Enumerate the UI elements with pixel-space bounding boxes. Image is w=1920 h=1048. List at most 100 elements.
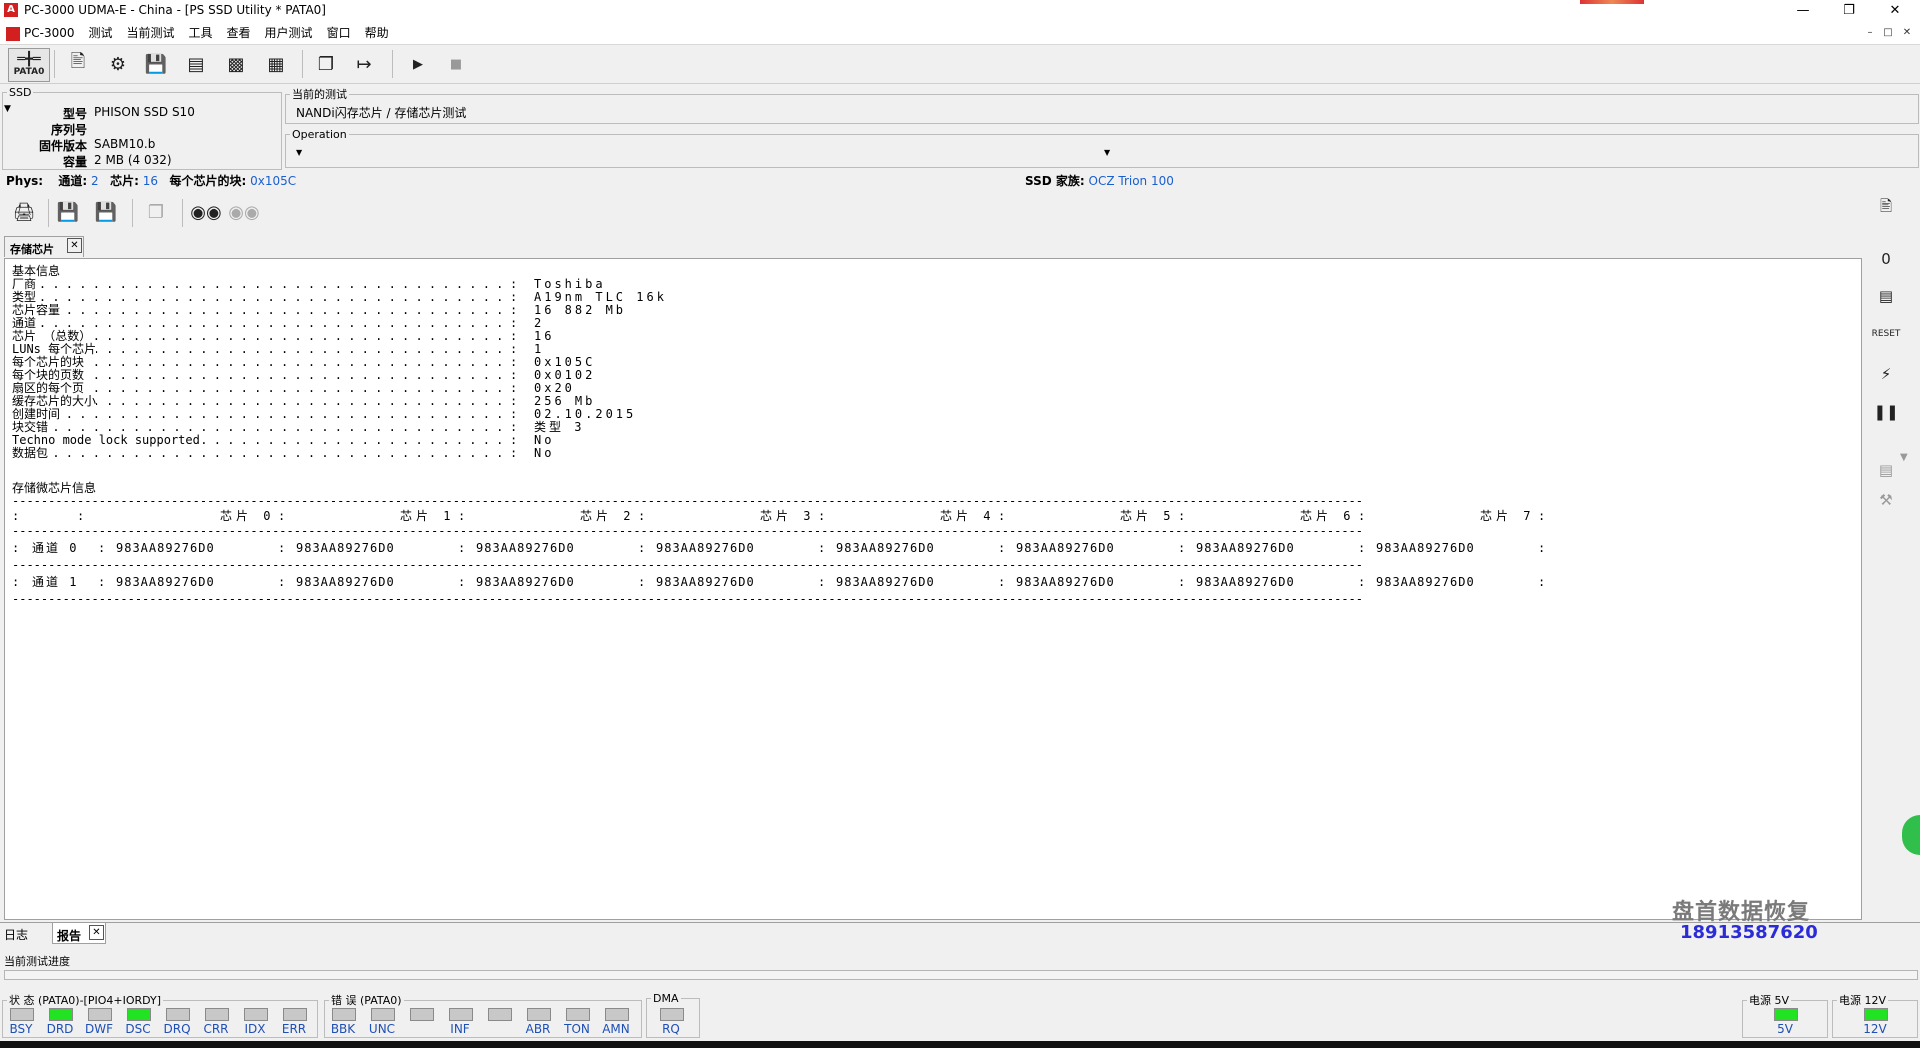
settings-gear-icon[interactable]: ⚙ <box>102 48 134 80</box>
menu-pc3000[interactable]: PC-3000 <box>24 22 81 44</box>
column-colon: : <box>1358 509 1366 523</box>
tab-report[interactable]: 报告 ✕ <box>52 922 106 944</box>
leader-dots: . . . . . . . . . . . . . . . . . . . . … <box>12 356 503 369</box>
pause-icon[interactable]: ❚❚ <box>1873 400 1898 424</box>
column-colon: : <box>458 575 466 589</box>
copy-icon[interactable]: ❐ <box>140 196 172 228</box>
drive-info-icon[interactable]: 🖹 <box>62 48 94 80</box>
menu-current-test[interactable]: 当前测试 <box>120 22 182 44</box>
tab-report-label: 报告 <box>57 929 82 943</box>
close-button[interactable]: ✕ <box>1872 0 1918 22</box>
chevron-down-icon[interactable]: ▼ <box>1104 148 1110 157</box>
column-colon: : <box>1358 541 1366 555</box>
chip-disabled-icon[interactable]: ▤ <box>1874 458 1898 482</box>
column-colon: : <box>818 541 826 555</box>
model-value: PHISON SSD S10 <box>94 105 195 119</box>
phys-label: Phys: <box>6 174 44 188</box>
column-colon: : <box>998 575 1006 589</box>
status-led-label: BSY <box>9 1022 33 1036</box>
save-icon[interactable]: 💾 <box>52 196 84 228</box>
close-icon[interactable]: ✕ <box>67 238 82 253</box>
row-colon: : <box>12 575 20 589</box>
chip-header: 芯片 7 <box>1480 509 1535 523</box>
dma-leds: RQ <box>654 1006 694 1036</box>
close-icon[interactable]: ✕ <box>89 925 104 940</box>
stop-icon[interactable]: ■ <box>440 48 472 80</box>
status-led <box>527 1008 551 1021</box>
find-binoculars-icon[interactable]: ◉◉ <box>190 196 222 228</box>
find-next-icon[interactable]: ◉◉ <box>228 196 260 228</box>
column-colon: : <box>458 509 466 523</box>
pata-label: PATA0 <box>13 67 45 77</box>
status-led <box>10 1008 34 1021</box>
column-colon: : <box>998 541 1006 555</box>
chip-id: 983AA89276D0 <box>1016 541 1115 555</box>
menu-help[interactable]: 帮助 <box>358 22 396 44</box>
app-menu-icon[interactable] <box>6 26 20 41</box>
status-led-label: BBK <box>330 1022 356 1036</box>
chip-icon[interactable]: ▤ <box>1874 284 1898 308</box>
menu-window[interactable]: 窗口 <box>320 22 358 44</box>
chip-id: 983AA89276D0 <box>116 575 215 589</box>
chip-id: 983AA89276D0 <box>116 541 215 555</box>
error-leds: BBK UNC INF ABR TON AMN <box>326 1006 640 1036</box>
chip-tools-icon[interactable]: 💾 <box>140 48 172 80</box>
save-as-icon[interactable]: 💾 <box>90 196 122 228</box>
menu-view[interactable]: 查看 <box>220 22 258 44</box>
mdi-minimize-button[interactable]: – <box>1862 26 1878 40</box>
power5-led-label: 5V <box>1777 1022 1793 1036</box>
status-led <box>166 1008 190 1021</box>
tab-label: 存储芯片 <box>10 243 54 256</box>
menu-tools[interactable]: 工具 <box>182 22 220 44</box>
chip-id: 983AA89276D0 <box>836 541 935 555</box>
side-expand-arrow-icon[interactable]: ▼ <box>1900 452 1908 463</box>
status-led-label: UNC <box>368 1022 396 1036</box>
column-colon: : <box>638 541 646 555</box>
chip-id: 983AA89276D0 <box>1196 541 1295 555</box>
column-colon: : <box>1178 509 1186 523</box>
pata-port-button[interactable]: ═╋═ PATA0 <box>8 48 50 82</box>
status-led <box>205 1008 229 1021</box>
status-led <box>49 1008 73 1021</box>
chip-row: : 通道 1:983AA89276D0:983AA89276D0:983AA892… <box>12 576 1552 589</box>
chip-info-block: 存储微芯片信息 ---------------------------------… <box>12 482 1552 606</box>
capacity-label: 容量 <box>62 155 87 169</box>
menu-test[interactable]: 测试 <box>81 22 119 44</box>
operation-select[interactable]: ▼ ▼ <box>292 146 1112 162</box>
column-colon: : <box>818 509 826 523</box>
chip-map-icon[interactable]: ▤ <box>180 48 212 80</box>
mdi-close-button[interactable]: ✕ <box>1899 26 1915 40</box>
chip-header: 芯片 6 <box>1300 509 1355 523</box>
zero-icon[interactable]: 0 <box>1874 247 1898 271</box>
tab-storage-chips[interactable]: 存储芯片 ✕ <box>4 236 84 257</box>
table-divider: ----------------------------------------… <box>12 525 1364 538</box>
table-divider: ----------------------------------------… <box>12 495 1364 508</box>
status-led <box>283 1008 307 1021</box>
exit-run-icon[interactable]: ↦ <box>348 48 380 80</box>
menu-user-test[interactable]: 用户测试 <box>258 22 320 44</box>
minimize-button[interactable]: — <box>1780 0 1826 22</box>
capacity-value: 2 MB (4 032) <box>94 153 172 167</box>
print-icon[interactable]: 🖨 <box>8 196 40 228</box>
tray-color-strip <box>1580 0 1644 4</box>
grid-table-icon[interactable]: ▦ <box>260 48 292 80</box>
power-plug-icon[interactable]: ⚡ <box>1874 362 1898 386</box>
leader-dots: . . . . . . . . . . . . . . . . . . . . … <box>12 304 503 317</box>
tab-log[interactable]: 日志 <box>4 926 28 943</box>
phys-line: Phys: 通道: 2 芯片: 16 每个芯片的块: 0x105C <box>6 172 296 189</box>
chip-id: 983AA89276D0 <box>656 541 755 555</box>
leader-dots: . . . . . . . . . . . . . . . . . . . . … <box>12 447 503 460</box>
copy-windows-icon[interactable]: ❐ <box>310 48 342 80</box>
drive-info-icon[interactable]: 🖹 <box>1874 196 1898 220</box>
power12-label: 电源 12V <box>1839 994 1887 1007</box>
reset-icon[interactable]: RESET <box>1872 322 1901 346</box>
restore-button[interactable]: ❐ <box>1826 0 1872 22</box>
chart-icon[interactable]: ▩ <box>220 48 252 80</box>
play-icon[interactable]: ▶ <box>402 48 434 80</box>
blocks-label: 每个芯片的块: <box>169 174 247 188</box>
mdi-restore-button[interactable]: □ <box>1880 26 1896 40</box>
row-colon: : <box>1538 541 1546 555</box>
channels-label: 通道: <box>58 174 88 188</box>
chip-header: 芯片 2 <box>580 509 635 523</box>
tools-icon[interactable]: ⚒ <box>1874 488 1898 512</box>
